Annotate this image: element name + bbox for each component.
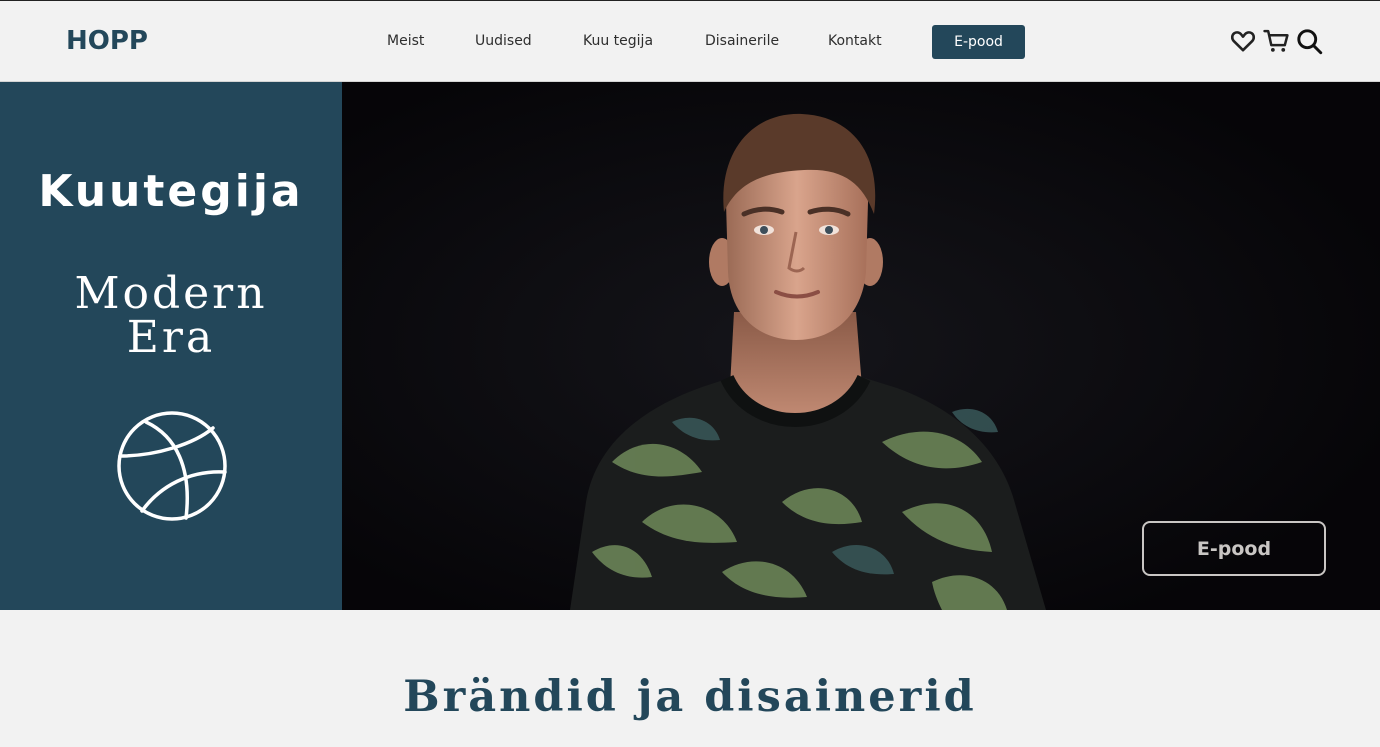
basketball-icon (117, 411, 227, 521)
section-title: Brändid ja disainerid (403, 672, 977, 722)
nav-link-meist[interactable]: Meist (387, 33, 424, 49)
nav-link-uudised[interactable]: Uudised (475, 33, 532, 49)
hero-subtitle: Modern Era (0, 272, 342, 360)
hero-shop-button[interactable]: E-pood (1142, 521, 1326, 576)
hero-panel: Kuutegija Modern Era (0, 82, 342, 610)
heart-icon[interactable] (1230, 28, 1260, 58)
hero-subtitle-line1: Modern (74, 268, 268, 319)
nav-shop-button[interactable]: E-pood (932, 25, 1025, 59)
hero-photo: E-pood (342, 82, 1380, 610)
logo[interactable]: HOPP (66, 26, 148, 56)
nav-link-kontakt[interactable]: Kontakt (828, 33, 882, 49)
nav-link-kuu-tegija[interactable]: Kuu tegija (583, 33, 653, 49)
site-header: HOPP Meist Uudised Kuu tegija Disaineril… (0, 0, 1380, 82)
search-icon[interactable] (1296, 28, 1326, 58)
nav-link-disainerile[interactable]: Disainerile (705, 33, 779, 49)
cart-icon[interactable] (1263, 28, 1293, 58)
hero-title: Kuutegija (38, 166, 304, 217)
hero-subtitle-line2: Era (126, 312, 216, 363)
